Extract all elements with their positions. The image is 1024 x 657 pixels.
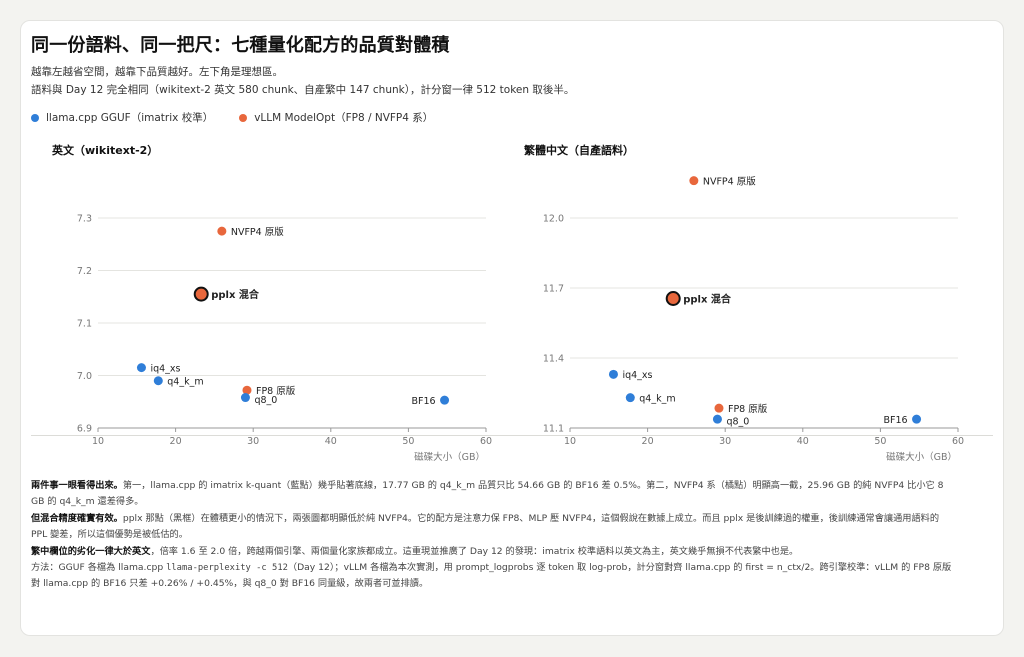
note-paragraph-3: 繁中欄位的劣化一律大於英文，倍率 1.6 至 2.0 倍，跨越兩個引擎、兩個量化… bbox=[31, 544, 953, 560]
x-axis-label: 磁碟大小（GB） bbox=[886, 451, 957, 463]
y-tick-label: 12.0 bbox=[543, 214, 564, 225]
note-1-body: 第一，llama.cpp 的 imatrix k-quant（藍點）幾乎貼著底線… bbox=[31, 480, 944, 508]
y-tick-label: 11.4 bbox=[543, 354, 564, 365]
x-tick-label: 10 bbox=[92, 436, 104, 447]
subtitle-2: 語料與 Day 12 完全相同（wikitext-2 英文 580 chunk、… bbox=[31, 84, 575, 96]
data-label: FP8 原版 bbox=[728, 403, 768, 415]
y-tick-label: 7.0 bbox=[77, 371, 92, 382]
y-tick-label: 7.1 bbox=[77, 319, 92, 330]
data-point bbox=[193, 286, 209, 302]
note-paragraph-2: 但混合精度確實有效。pplx 那點（黑框）在體積更小的情況下，兩張圖都明顯低於純… bbox=[31, 511, 953, 544]
note-paragraph-4: 方法：GGUF 各檔為 llama.cpp llama-perplexity -… bbox=[31, 560, 953, 593]
note-4-code: llama-perplexity -c 512 bbox=[166, 563, 288, 574]
data-label: BF16 bbox=[411, 396, 435, 407]
notes: 兩件事一眼看得出來。第一，llama.cpp 的 imatrix k-quant… bbox=[31, 478, 953, 593]
x-tick-label: 60 bbox=[480, 436, 492, 447]
legend-label-gguf: llama.cpp GGUF（imatrix 校準） bbox=[46, 112, 214, 124]
data-point bbox=[665, 291, 681, 306]
data-point bbox=[625, 393, 635, 403]
data-label: pplx 混合 bbox=[211, 288, 260, 301]
legend-item-vllm: vLLM ModelOpt（FP8 / NVFP4 系） bbox=[239, 110, 433, 125]
data-label: BF16 bbox=[883, 415, 907, 426]
data-point bbox=[217, 226, 227, 236]
x-tick-label: 30 bbox=[719, 436, 731, 447]
x-tick-label: 30 bbox=[247, 436, 259, 447]
x-tick-label: 50 bbox=[402, 436, 414, 447]
scatter-chart-chinese: 11.1 11.4 11.7 12.0 10 20 30 40 50 60 磁碟大小（GB） NVFP… bbox=[543, 175, 964, 463]
data-point bbox=[136, 363, 146, 373]
y-tick-label: 7.3 bbox=[77, 214, 92, 225]
scatter-chart-english: 6.9 7.0 7.1 7.2 7.3 10 20 30 40 50 60 磁碟大小（GB） NVFP4… bbox=[77, 214, 492, 464]
x-tick-label: 20 bbox=[642, 436, 654, 447]
data-label: q4_k_m bbox=[639, 393, 675, 404]
y-tick-label: 11.7 bbox=[543, 284, 564, 295]
panel-title-chinese: 繁體中文（自產語料） bbox=[524, 144, 634, 157]
divider bbox=[31, 435, 993, 436]
legend: llama.cpp GGUF（imatrix 校準） vLLM ModelOpt… bbox=[31, 110, 433, 125]
data-point bbox=[712, 414, 722, 424]
data-label: pplx 混合 bbox=[683, 292, 732, 305]
x-tick-label: 50 bbox=[874, 436, 886, 447]
data-point bbox=[440, 395, 450, 405]
note-3-body: ，倍率 1.6 至 2.0 倍，跨越兩個引擎、兩個量化家族都成立。這重現並推廣了… bbox=[150, 545, 799, 557]
data-point bbox=[608, 369, 618, 379]
panel-title-english: 英文（wikitext-2） bbox=[52, 144, 159, 157]
data-point bbox=[912, 414, 922, 424]
subtitle-1: 越靠左越省空間，越靠下品質越好。左下角是理想區。 bbox=[31, 66, 283, 78]
legend-label-vllm: vLLM ModelOpt（FP8 / NVFP4 系） bbox=[254, 112, 434, 124]
blue-dot-icon bbox=[31, 113, 39, 122]
data-point bbox=[153, 376, 163, 386]
y-tick-label: 6.9 bbox=[77, 424, 92, 435]
x-axis-label: 磁碟大小（GB） bbox=[414, 451, 485, 463]
x-tick-label: 40 bbox=[325, 436, 337, 447]
x-tick-label: 40 bbox=[797, 436, 809, 447]
y-tick-label: 7.2 bbox=[77, 266, 92, 277]
y-tick-label: 11.1 bbox=[543, 424, 564, 435]
data-label: q4_k_m bbox=[167, 377, 203, 388]
x-tick-label: 10 bbox=[564, 436, 576, 447]
orange-dot-icon bbox=[239, 113, 248, 122]
note-2-lead: 但混合精度確實有效。 bbox=[31, 512, 123, 524]
data-label: q8_0 bbox=[726, 417, 749, 428]
data-point bbox=[714, 403, 724, 413]
x-tick-label: 20 bbox=[170, 436, 182, 447]
data-label: q8_0 bbox=[254, 395, 277, 406]
data-point bbox=[689, 176, 699, 186]
data-point bbox=[240, 393, 250, 403]
page-title: 同一份語料、同一把尺：七種量化配方的品質對體積 bbox=[31, 35, 450, 56]
data-label: iq4_xs bbox=[150, 363, 180, 374]
data-label: NVFP4 原版 bbox=[231, 226, 284, 238]
data-label: iq4_xs bbox=[622, 370, 652, 381]
note-paragraph-1: 兩件事一眼看得出來。第一，llama.cpp 的 imatrix k-quant… bbox=[31, 478, 953, 511]
data-label: NVFP4 原版 bbox=[703, 175, 756, 187]
legend-item-gguf: llama.cpp GGUF（imatrix 校準） bbox=[31, 110, 213, 125]
note-3-lead: 繁中欄位的劣化一律大於英文 bbox=[31, 545, 151, 557]
x-tick-label: 60 bbox=[952, 436, 964, 447]
note-1-lead: 兩件事一眼看得出來。 bbox=[31, 480, 123, 491]
note-2-body: pplx 那點（黑框）在體積更小的情況下，兩張圖都明顯低於純 NVFP4。它的配… bbox=[31, 512, 940, 541]
note-4-pre: 方法：GGUF 各檔為 llama.cpp bbox=[31, 562, 167, 574]
